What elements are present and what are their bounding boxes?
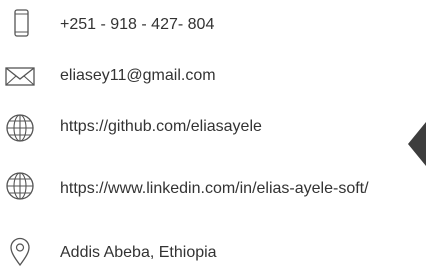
email-address[interactable]: eliasey11@gmail.com (60, 65, 216, 87)
location-pin-icon (10, 237, 30, 267)
contact-phone: +251 - 918 - 427- 804 (0, 8, 426, 38)
decorative-side-shape (408, 122, 426, 166)
phone-number[interactable]: +251 - 918 - 427- 804 (60, 14, 214, 36)
contact-email: eliasey11@gmail.com (0, 62, 426, 90)
globe-icon (6, 172, 34, 200)
mail-icon (5, 67, 35, 86)
contact-location: Addis Abeba, Ethiopia (0, 236, 426, 268)
contact-linkedin: https://www.linkedin.com/in/elias-ayele-… (0, 170, 426, 222)
github-link[interactable]: https://github.com/eliasayele (60, 116, 262, 138)
contact-list: +251 - 918 - 427- 804 eliasey11@gmail.co… (0, 0, 426, 269)
phone-icon (14, 9, 29, 37)
contact-github: https://github.com/eliasayele (0, 112, 426, 144)
globe-icon (6, 114, 34, 142)
location-text: Addis Abeba, Ethiopia (60, 244, 217, 261)
linkedin-link[interactable]: https://www.linkedin.com/in/elias-ayele-… (60, 178, 420, 200)
